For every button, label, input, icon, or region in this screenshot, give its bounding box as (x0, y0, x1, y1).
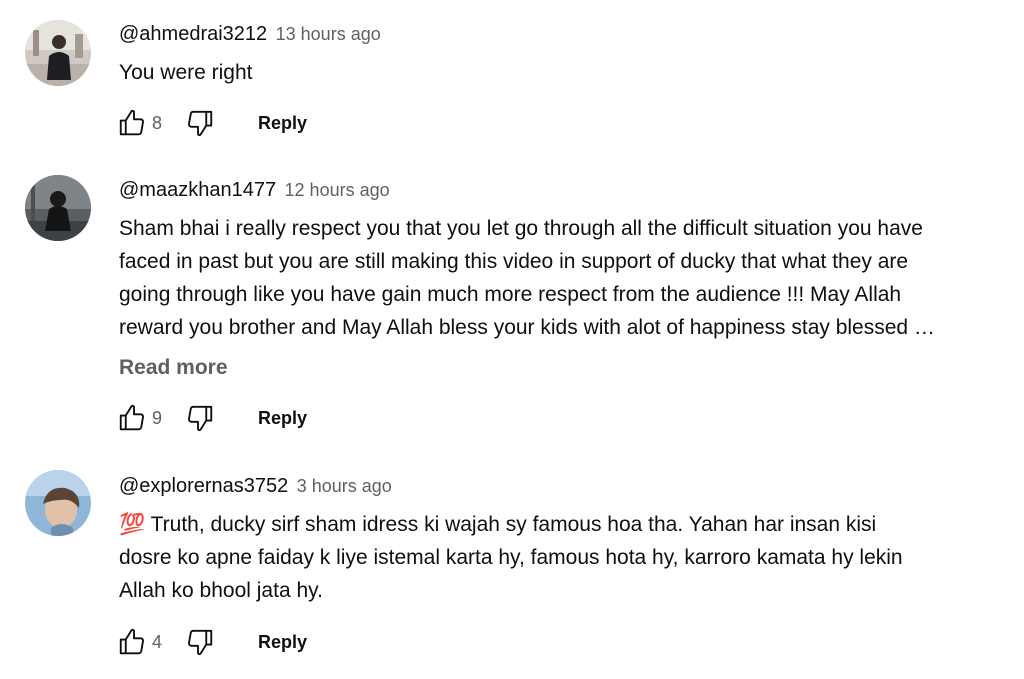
timestamp[interactable]: 13 hours ago (276, 24, 381, 44)
comment-text-line: faced in past but you are still making t… (119, 250, 909, 273)
author-name[interactable]: @explorernas3752 (119, 475, 288, 497)
dislike-button[interactable] (180, 622, 220, 662)
thumbs-down-icon (188, 629, 213, 656)
comment-text: You were right (119, 56, 1014, 89)
timestamp[interactable]: 12 hours ago (285, 180, 390, 200)
comment-text: Sham bhai i really respect you that you … (119, 212, 1014, 344)
reply-button[interactable]: Reply (258, 632, 307, 653)
thumbs-up-icon (119, 404, 144, 431)
like-count: 9 (152, 407, 163, 428)
avatar[interactable] (25, 175, 91, 241)
comment-text-line: Sham bhai i really respect you that you … (119, 217, 923, 240)
reply-button[interactable]: Reply (258, 408, 307, 429)
comment-text-line: Allah ko bhool jata hy. (119, 579, 323, 602)
reply-button[interactable]: Reply (258, 113, 307, 134)
like-button[interactable] (112, 622, 152, 662)
comment-actions: 4 Reply (112, 622, 307, 662)
like-count: 8 (152, 112, 163, 133)
comment-actions: 9 Reply (112, 398, 307, 438)
comment-text-line: 💯 Truth, ducky sirf sham idress ki wajah… (119, 513, 877, 536)
comment-text-line: going through like you have gain much mo… (119, 283, 902, 306)
author-name[interactable]: @maazkhan1477 (119, 179, 276, 201)
dislike-button[interactable] (180, 103, 220, 143)
comment-actions: 8 Reply (112, 103, 307, 143)
comment-text: 💯 Truth, ducky sirf sham idress ki wajah… (119, 508, 1014, 607)
like-button[interactable] (112, 103, 152, 143)
comment-text-line: dosre ko apne faiday k liye istemal kart… (119, 546, 903, 569)
thumbs-up-icon (119, 628, 144, 655)
comment-text-line: You were right (119, 61, 253, 84)
thumbs-up-icon (119, 109, 144, 136)
thumbs-down-icon (188, 405, 213, 432)
comment-header: @ahmedrai3212 13 hours ago (119, 22, 381, 48)
author-name[interactable]: @ahmedrai3212 (119, 23, 267, 45)
comment-text-line: reward you brother and May Allah bless y… (119, 316, 935, 339)
avatar[interactable] (25, 470, 91, 536)
timestamp[interactable]: 3 hours ago (297, 476, 392, 496)
thumbs-down-icon (188, 110, 213, 137)
dislike-button[interactable] (180, 398, 220, 438)
like-button[interactable] (112, 398, 152, 438)
like-count: 4 (152, 631, 163, 652)
comment-header: @maazkhan1477 12 hours ago (119, 178, 390, 204)
comment-header: @explorernas3752 3 hours ago (119, 474, 392, 500)
avatar[interactable] (25, 20, 91, 86)
read-more-button[interactable]: Read more (119, 355, 228, 381)
